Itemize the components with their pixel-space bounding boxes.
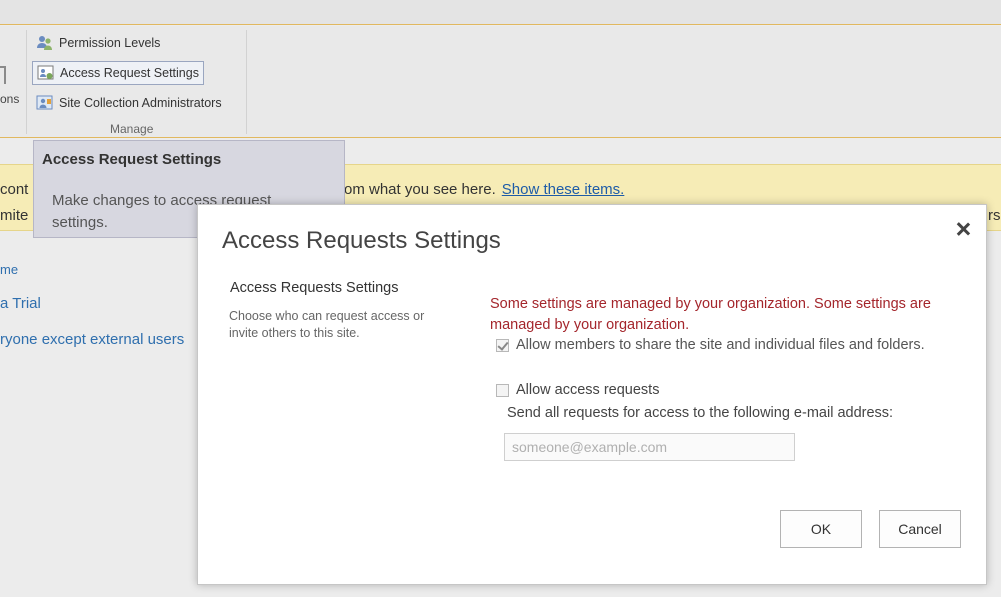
allow-requests-label: Allow access requests: [516, 382, 660, 398]
ribbon: ons Permission Levels Access Request Set…: [0, 26, 1001, 138]
info-text-line1-left: cont: [0, 181, 29, 198]
allow-sharing-checkbox[interactable]: [496, 338, 509, 352]
section-description: Choose who can request access or invite …: [229, 309, 425, 340]
everyone-link[interactable]: ryone except external users: [0, 331, 184, 348]
top-strip: [0, 0, 1001, 25]
allow-requests-checkbox[interactable]: [496, 383, 509, 397]
allow-sharing-row: Allow members to share the site and indi…: [496, 336, 925, 354]
ribbon-separator: [26, 30, 27, 134]
info-text-line1-right: om what you see here. Show these items.: [344, 181, 625, 198]
permission-levels-label: Permission Levels: [59, 36, 161, 50]
tooltip-title: Access Request Settings: [42, 151, 222, 168]
ribbon-separator: [246, 30, 247, 134]
site-admin-icon: [36, 94, 54, 112]
email-label: Send all requests for access to the foll…: [507, 405, 894, 421]
section-title: Access Requests Settings: [230, 280, 399, 296]
access-request-icon: [37, 64, 55, 82]
info-text-line2-right: rs.: [988, 207, 1001, 224]
ribbon-left-fragment[interactable]: ons: [0, 66, 19, 106]
partial-icon: [0, 66, 6, 84]
cancel-button[interactable]: Cancel: [879, 510, 961, 548]
ok-button[interactable]: OK: [780, 510, 862, 548]
permission-levels-button[interactable]: Permission Levels: [32, 31, 164, 55]
access-request-settings-button[interactable]: Access Request Settings: [32, 61, 204, 85]
access-request-settings-label: Access Request Settings: [60, 66, 199, 80]
dialog-title: Access Requests Settings: [222, 227, 501, 254]
email-input[interactable]: [504, 433, 795, 461]
site-collection-administrators-label: Site Collection Administrators: [59, 96, 222, 110]
site-collection-administrators-button[interactable]: Site Collection Administrators: [32, 91, 226, 115]
allow-sharing-label: Allow members to share the site and indi…: [516, 337, 925, 353]
close-icon[interactable]: [953, 219, 973, 239]
people-icon: [36, 34, 54, 52]
home-link[interactable]: me: [0, 262, 18, 277]
trial-link[interactable]: a Trial: [0, 295, 41, 312]
access-requests-dialog: Access Requests Settings Access Requests…: [197, 204, 987, 585]
allow-requests-row: Allow access requests: [496, 381, 659, 399]
info-text-line2-left: mite: [0, 207, 29, 224]
ribbon-group-label: Manage: [110, 122, 154, 136]
managed-settings-warning: Some settings are managed by your organi…: [490, 296, 931, 333]
show-these-items-link[interactable]: Show these items.: [502, 181, 625, 198]
